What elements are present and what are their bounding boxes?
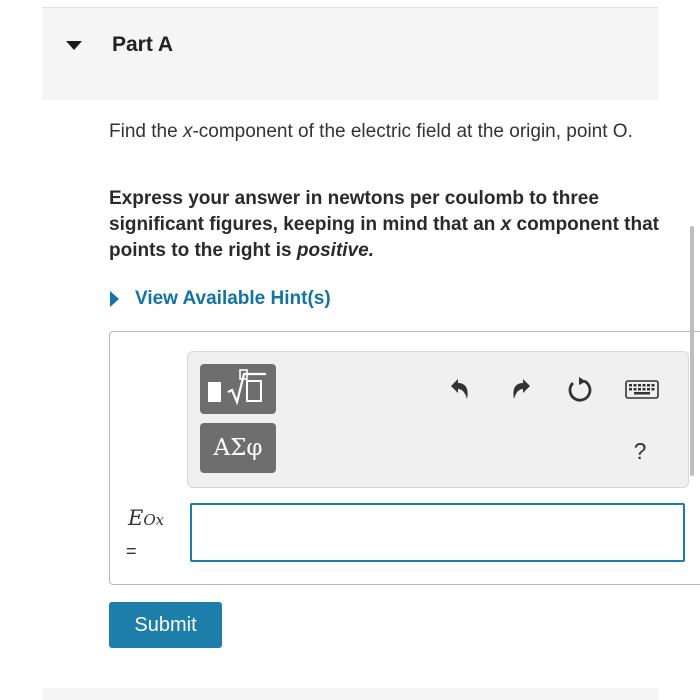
- part-title: Part A: [112, 33, 174, 56]
- templates-button[interactable]: [200, 364, 276, 414]
- equals-sign: =: [126, 541, 137, 561]
- submit-button[interactable]: Submit: [109, 602, 222, 648]
- question-text: Find the x-component of the electric fie…: [109, 119, 654, 145]
- instruction-variable: x: [500, 214, 512, 235]
- answer-variable-label: EOx: [128, 506, 164, 530]
- collapse-triangle-icon[interactable]: [66, 41, 82, 50]
- reset-icon[interactable]: [563, 372, 597, 406]
- variable-subscript: Ox: [143, 511, 165, 529]
- question-suffix: -component of the electric field at the …: [192, 121, 633, 142]
- hint-arrow-icon[interactable]: [110, 291, 119, 307]
- instruction-emphasis: positive.: [296, 240, 374, 261]
- math-toolbar: ΑΣφ ?: [187, 351, 689, 488]
- undo-icon[interactable]: [442, 372, 476, 406]
- templates-icon: [208, 369, 266, 406]
- view-hints-link[interactable]: View Available Hint(s): [135, 288, 331, 310]
- question-prefix: Find the: [109, 121, 183, 142]
- next-part-header: [42, 688, 658, 700]
- scrollbar[interactable]: [690, 226, 694, 476]
- help-icon[interactable]: ?: [625, 436, 655, 466]
- answer-instruction: Express your answer in newtons per coulo…: [109, 186, 664, 264]
- question-variable: x: [182, 121, 193, 142]
- symbols-button[interactable]: ΑΣφ: [200, 423, 276, 473]
- redo-icon[interactable]: [505, 372, 539, 406]
- keyboard-icon[interactable]: [624, 373, 660, 407]
- answer-input[interactable]: [190, 503, 685, 562]
- variable-symbol: E: [128, 506, 144, 530]
